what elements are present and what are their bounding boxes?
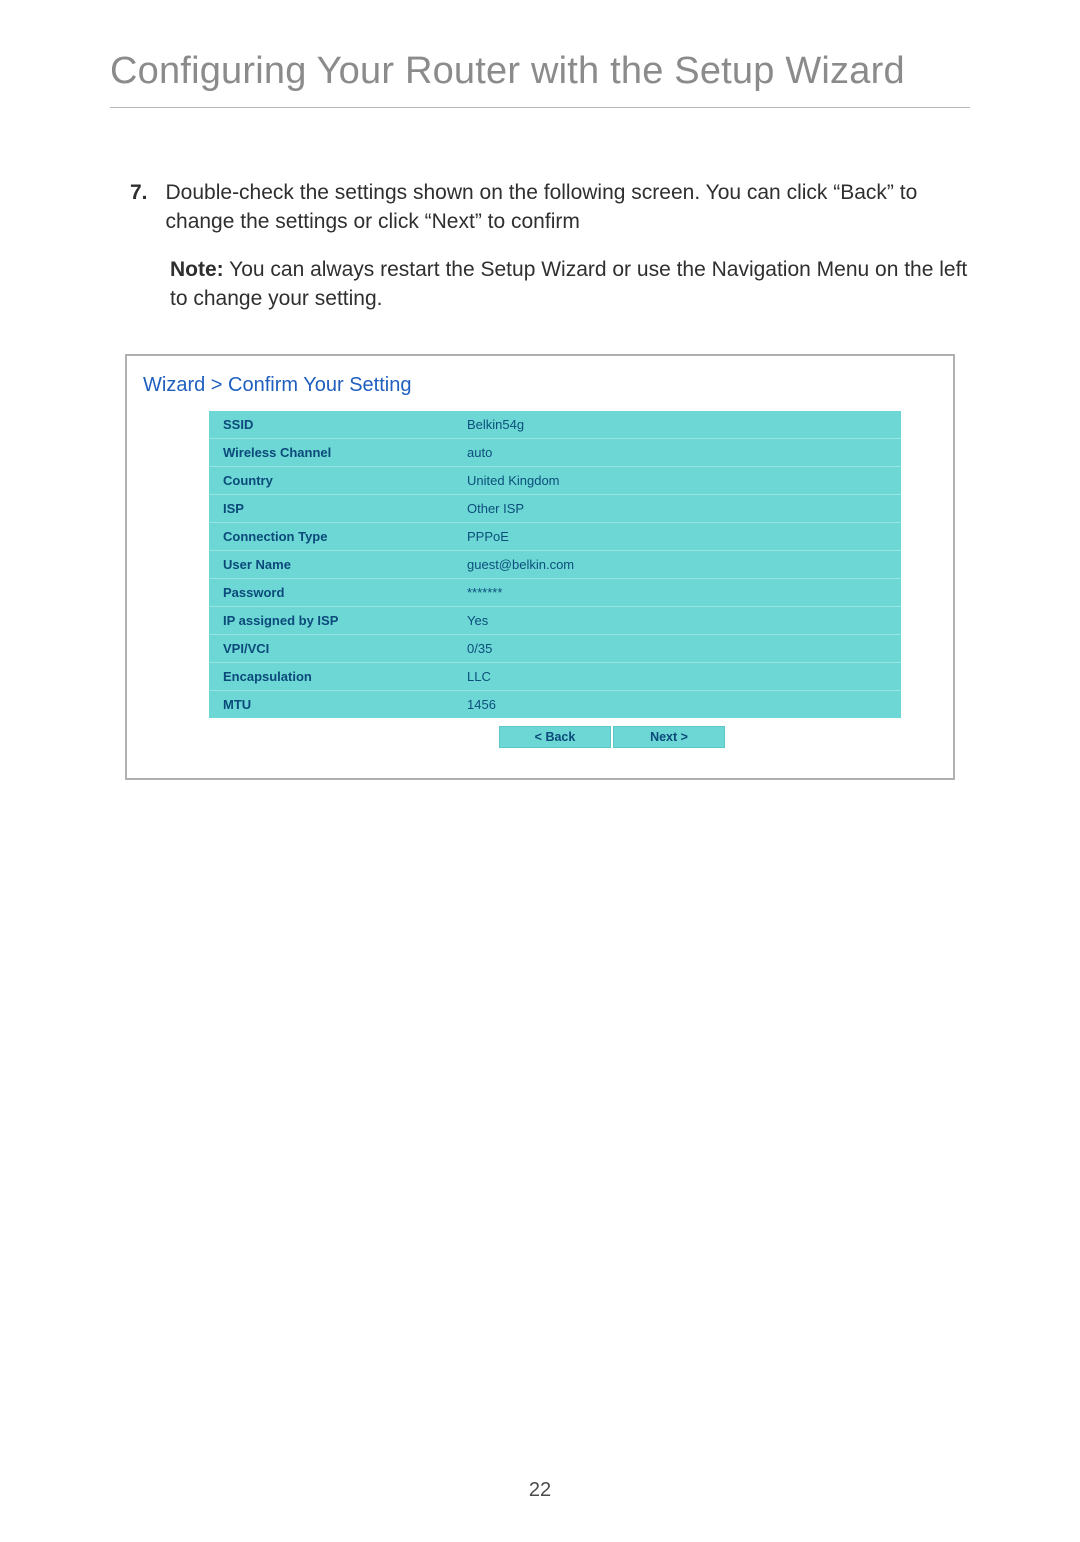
table-row: Country United Kingdom xyxy=(209,466,901,494)
setting-label: Country xyxy=(209,466,453,494)
settings-block: SSID Belkin54g Wireless Channel auto Cou… xyxy=(209,411,901,748)
table-row: Encapsulation LLC xyxy=(209,662,901,690)
back-button[interactable]: < Back xyxy=(499,726,611,748)
setting-value: Belkin54g xyxy=(453,411,901,439)
setting-value: 0/35 xyxy=(453,634,901,662)
table-row: IP assigned by ISP Yes xyxy=(209,606,901,634)
table-row: ISP Other ISP xyxy=(209,494,901,522)
table-row: Password ******* xyxy=(209,578,901,606)
setting-value: 1456 xyxy=(453,690,901,718)
setting-value: United Kingdom xyxy=(453,466,901,494)
setting-value: guest@belkin.com xyxy=(453,550,901,578)
setting-value: Other ISP xyxy=(453,494,901,522)
setting-label: User Name xyxy=(209,550,453,578)
table-row: VPI/VCI 0/35 xyxy=(209,634,901,662)
setting-label: VPI/VCI xyxy=(209,634,453,662)
step-number: 7. xyxy=(130,178,148,207)
table-row: User Name guest@belkin.com xyxy=(209,550,901,578)
step-7: 7. Double-check the settings shown on th… xyxy=(130,178,970,237)
setting-label: MTU xyxy=(209,690,453,718)
setting-label: Encapsulation xyxy=(209,662,453,690)
setting-label: ISP xyxy=(209,494,453,522)
note: Note: You can always restart the Setup W… xyxy=(170,255,970,314)
setting-label: IP assigned by ISP xyxy=(209,606,453,634)
table-row: Wireless Channel auto xyxy=(209,438,901,466)
note-text: You can always restart the Setup Wizard … xyxy=(170,258,967,310)
setting-label: SSID xyxy=(209,411,453,439)
page-number: 22 xyxy=(0,1479,1080,1502)
table-row: MTU 1456 xyxy=(209,690,901,718)
table-row: Connection Type PPPoE xyxy=(209,522,901,550)
settings-table: SSID Belkin54g Wireless Channel auto Cou… xyxy=(209,411,901,718)
setting-value: ******* xyxy=(453,578,901,606)
wizard-breadcrumb: Wizard > Confirm Your Setting xyxy=(143,374,937,397)
wizard-button-row: < BackNext > xyxy=(209,718,901,748)
setting-label: Password xyxy=(209,578,453,606)
setting-value: auto xyxy=(453,438,901,466)
wizard-screenshot: Wizard > Confirm Your Setting SSID Belki… xyxy=(125,354,955,780)
setting-value: Yes xyxy=(453,606,901,634)
setting-label: Connection Type xyxy=(209,522,453,550)
step-text: Double-check the settings shown on the f… xyxy=(166,178,970,237)
setting-label: Wireless Channel xyxy=(209,438,453,466)
next-button[interactable]: Next > xyxy=(613,726,725,748)
note-label: Note: xyxy=(170,258,224,281)
table-row: SSID Belkin54g xyxy=(209,411,901,439)
setting-value: PPPoE xyxy=(453,522,901,550)
page-title: Configuring Your Router with the Setup W… xyxy=(110,50,970,108)
setting-value: LLC xyxy=(453,662,901,690)
